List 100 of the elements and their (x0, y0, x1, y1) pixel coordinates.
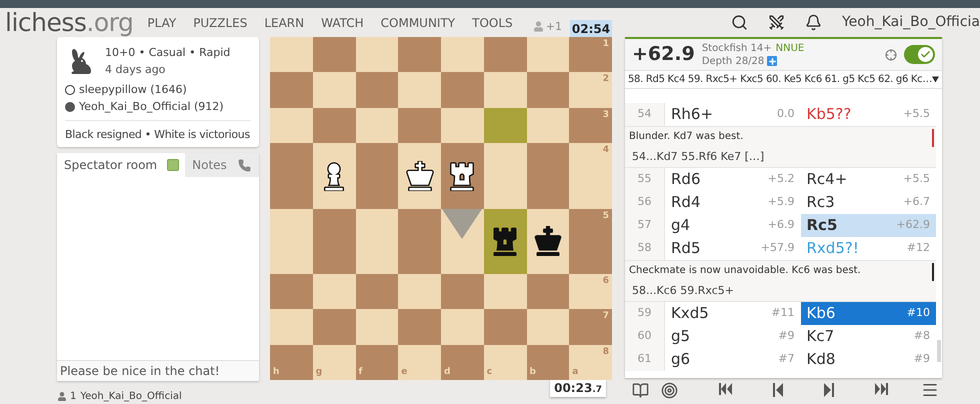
principal-variation[interactable]: 58. Rd5 Kc4 59. Rxc5+ Kxc5 60. Ke5 Kc6 61. g5 Kc5 62. g6 Kc… (628, 72, 932, 87)
move-eval: +5.9 (768, 194, 794, 210)
move-san: Rh6+ (671, 104, 714, 126)
spectator-name[interactable]: Yeoh_Kai_Bo_Official (80, 389, 182, 404)
board-square[interactable] (398, 143, 441, 208)
first-move-icon[interactable] (718, 383, 732, 395)
move-cell[interactable]: Rc4+ +5.5 (800, 168, 936, 191)
move-cell[interactable]: Rc5 +62.9 (800, 214, 936, 237)
crosshair-icon[interactable] (885, 48, 897, 60)
move-number: 57 (625, 214, 665, 237)
move-cell[interactable]: g4 +6.9 (665, 214, 800, 237)
caret-icon[interactable] (932, 76, 939, 83)
move-cell[interactable]: Rd4 +5.9 (665, 191, 800, 214)
game-type: 10+0 • Casual • Rapid (105, 45, 230, 61)
rank-label: 1 (602, 38, 609, 51)
nav-link[interactable]: TOOLS (472, 14, 513, 32)
comment-text: Checkmate is now unavoidable. Kc6 was best. (629, 264, 862, 278)
clock: 02:54 (570, 20, 612, 37)
move-cell[interactable]: Rd6 +5.2 (665, 168, 800, 191)
variation-line[interactable]: 58...Kc6 59.Rxc5+ (629, 282, 932, 300)
move-eval: #12 (906, 240, 930, 256)
player-name[interactable]: sleepypillow (1646) (79, 82, 187, 98)
move-cell[interactable]: Kxd5 #11 (665, 302, 800, 325)
board-square[interactable] (484, 208, 526, 274)
rank-label: 3 (602, 108, 609, 122)
variation-line[interactable]: 54...Kd7 55.Rf6 Ke7 […] (629, 148, 932, 166)
move-number: 58 (625, 237, 665, 260)
board-square[interactable] (526, 208, 570, 274)
crossed-swords-icon[interactable] (768, 14, 785, 31)
move-san: Rc3 (806, 192, 835, 214)
move-cell[interactable]: g5 #9 (665, 325, 800, 348)
comment-text: Blunder. Kd7 was best. (629, 130, 744, 144)
move-san: Rd5 (671, 238, 700, 260)
move-cell[interactable]: Rc3 +6.7 (800, 191, 936, 214)
move-san: Kc7 (806, 326, 834, 348)
move-cell[interactable]: Kb6 #10 (800, 302, 936, 325)
king-piece-icon[interactable] (532, 226, 563, 256)
file-label: c (486, 366, 492, 378)
move-san: Kb6 (806, 303, 836, 324)
bell-icon[interactable] (804, 14, 822, 31)
checkbox[interactable] (167, 159, 180, 171)
move-cell[interactable]: Kd8 #9 (800, 348, 936, 371)
plus-button[interactable] (767, 56, 778, 66)
rank-label: 8 (602, 346, 609, 359)
move-cell[interactable]: Kb5?? +5.5 (800, 103, 936, 126)
player-name[interactable]: Yeoh_Kai_Bo_Official (912) (79, 98, 224, 115)
move-eval: +5.5 (903, 171, 930, 188)
move-cell[interactable]: Kc7 #8 (800, 325, 936, 348)
board-square[interactable] (441, 143, 484, 208)
move-eval: #9 (914, 351, 930, 368)
game-result: Black resigned • White is victorious (65, 128, 250, 141)
engine-name: Stockfish 14+ (702, 42, 772, 54)
move-cell[interactable]: Rd5 +57.9 (665, 237, 800, 260)
file-label: g (316, 366, 322, 378)
clock: 00:23.7 (550, 380, 606, 397)
previous-move-icon[interactable] (772, 383, 783, 397)
engine-tag: NNUE (776, 42, 804, 54)
user-icon (58, 392, 66, 401)
board-square[interactable] (312, 143, 356, 208)
rank-label: 4 (602, 144, 609, 158)
move-san: Rd6 (671, 169, 700, 190)
file-label: h (273, 366, 280, 378)
scrollbar-thumb[interactable] (937, 340, 941, 362)
move-san: g5 (671, 326, 690, 348)
move-eval: +62.9 (896, 217, 930, 234)
check-icon (920, 49, 931, 60)
user-menu[interactable]: Yeoh_Kai_Bo_Officia (842, 12, 980, 33)
nav-link[interactable]: COMMUNITY (380, 14, 456, 32)
chat-input[interactable]: Please be nice in the chat! (57, 360, 259, 381)
plus-icon (768, 56, 777, 66)
nav-link[interactable]: PLAY (147, 14, 176, 32)
move-eval: #10 (906, 305, 930, 322)
site-logo[interactable]: lichess.org (0, 8, 134, 37)
move-cell[interactable]: Rh6+ 0.0 (665, 103, 800, 126)
menu-icon[interactable] (921, 381, 939, 399)
engine-toggle[interactable] (904, 45, 935, 64)
search-icon[interactable] (730, 14, 748, 31)
move-cell[interactable]: g6 #7 (665, 348, 800, 371)
nav-link[interactable]: PUZZLES (193, 14, 248, 32)
nav-link[interactable]: LEARN (264, 14, 304, 32)
move-san: Rc5 (806, 215, 838, 236)
target-icon[interactable] (661, 382, 678, 398)
file-label: f (358, 366, 362, 378)
phone-icon[interactable] (238, 158, 251, 172)
rank-label: 5 (602, 210, 609, 222)
move-eval: +6.7 (903, 194, 930, 210)
move-san: Kb5?? (806, 104, 852, 126)
move-eval: +5.5 (903, 106, 930, 122)
rank-label: 6 (602, 274, 609, 288)
file-label: b (530, 366, 536, 378)
king-piece-icon[interactable] (404, 160, 435, 191)
move-eval: #11 (771, 305, 794, 322)
last-move-icon[interactable] (875, 383, 888, 395)
move-san: g4 (671, 215, 690, 236)
move-san: Rc4+ (806, 169, 848, 190)
chat-tab[interactable]: Spectator room (57, 153, 186, 177)
next-move-icon[interactable] (824, 383, 834, 397)
book-icon[interactable] (632, 382, 649, 398)
move-number: 56 (625, 191, 665, 214)
nav-link[interactable]: WATCH (321, 14, 364, 32)
